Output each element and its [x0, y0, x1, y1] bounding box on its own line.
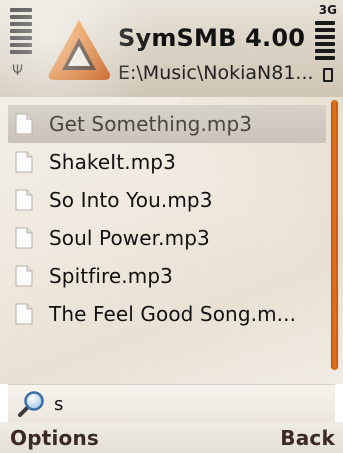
app-title: SymSMB 4.00: [118, 24, 306, 52]
scroll-thumb[interactable]: [331, 100, 338, 370]
file-name: Get Something.mp3: [49, 112, 253, 136]
back-softkey[interactable]: Back: [280, 426, 335, 450]
options-softkey[interactable]: Options: [10, 426, 99, 450]
current-path: E:\Music\NokiaN81...: [118, 62, 314, 84]
list-item[interactable]: Get Something.mp3: [8, 105, 326, 143]
antenna-icon: Ψ: [12, 63, 24, 79]
file-icon: [15, 265, 33, 287]
symsmb-screen: Ψ 3G SymSMB 4.00 E:\Music\NokiaN81... Ge…: [0, 0, 343, 453]
file-icon: [15, 303, 33, 325]
file-icon: [15, 227, 33, 249]
list-item[interactable]: Spitfire.mp3: [8, 257, 326, 295]
scrollbar[interactable]: [330, 100, 339, 370]
battery-level-icon: [315, 21, 335, 63]
search-icon: [18, 391, 44, 417]
list-item[interactable]: ShakeIt.mp3: [8, 143, 326, 181]
softkey-bar: Options Back: [0, 422, 343, 453]
search-bar[interactable]: [8, 384, 335, 423]
title-bar: Ψ 3G SymSMB 4.00 E:\Music\NokiaN81...: [0, 0, 343, 97]
file-name: Soul Power.mp3: [49, 226, 210, 250]
file-list-area: Get Something.mp3 ShakeIt.mp3 So Into Yo…: [0, 97, 343, 384]
signal-strength-icon: [10, 8, 32, 57]
list-item[interactable]: Soul Power.mp3: [8, 219, 326, 257]
search-input[interactable]: [54, 391, 324, 417]
file-icon: [15, 189, 33, 211]
file-name: The Feel Good Song.m...: [49, 302, 297, 326]
file-name: So Into You.mp3: [49, 188, 213, 212]
symsmb-logo-icon: [48, 20, 111, 80]
file-icon: [15, 151, 33, 173]
file-name: Spitfire.mp3: [49, 264, 173, 288]
file-list: Get Something.mp3 ShakeIt.mp3 So Into Yo…: [8, 105, 326, 333]
network-indicator: 3G: [318, 3, 337, 17]
battery-icon: [323, 68, 333, 82]
file-name: ShakeIt.mp3: [49, 150, 176, 174]
list-item[interactable]: So Into You.mp3: [8, 181, 326, 219]
list-item[interactable]: The Feel Good Song.m...: [8, 295, 326, 333]
file-icon: [15, 113, 33, 135]
